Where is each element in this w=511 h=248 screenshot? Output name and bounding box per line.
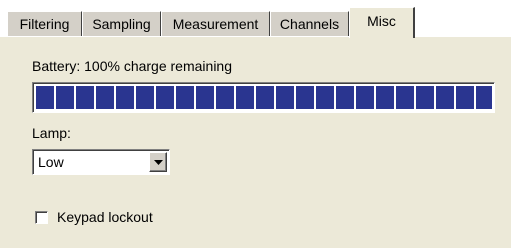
lamp-select-dropdown-button[interactable] xyxy=(149,152,167,172)
keypad-lockout-label[interactable]: Keypad lockout xyxy=(57,209,153,225)
battery-progress-bar xyxy=(32,82,495,113)
tab-channels[interactable]: Channels xyxy=(270,11,349,36)
tab-strip: Filtering Sampling Measurement Channels … xyxy=(0,0,511,38)
tab-misc[interactable]: Misc xyxy=(349,7,415,38)
lamp-select[interactable]: Low xyxy=(32,149,170,175)
chevron-down-icon xyxy=(154,160,163,165)
lamp-label: Lamp: xyxy=(32,125,71,141)
tab-filtering[interactable]: Filtering xyxy=(6,11,82,36)
lamp-select-value: Low xyxy=(38,154,64,170)
battery-label: Battery: 100% charge remaining xyxy=(32,58,232,74)
battery-progress-fill xyxy=(36,86,492,109)
tab-sampling[interactable]: Sampling xyxy=(82,11,161,36)
tab-measurement[interactable]: Measurement xyxy=(161,11,270,36)
misc-panel: Battery: 100% charge remaining Lamp: Low… xyxy=(0,36,511,248)
keypad-lockout-checkbox[interactable] xyxy=(35,211,48,224)
